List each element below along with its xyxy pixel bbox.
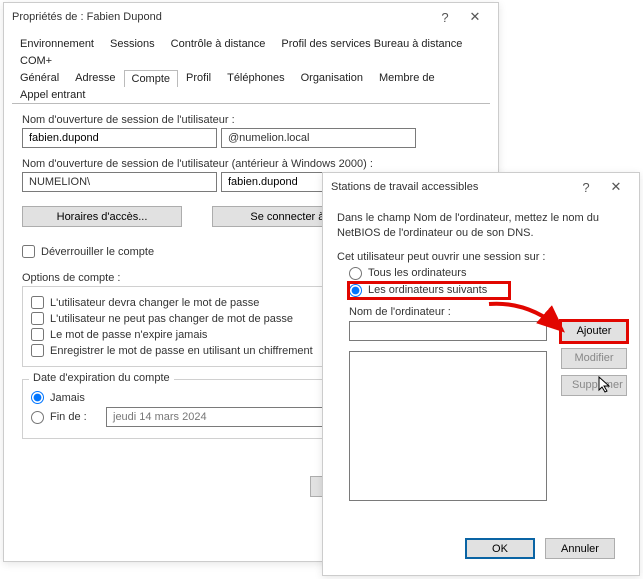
dialog-ok-button[interactable]: OK [465,538,535,559]
tab-general[interactable]: Général [12,69,67,86]
expiry-never-radio[interactable] [31,391,44,404]
opt-store-pwd-encrypted[interactable] [31,344,44,357]
logon-pre2000-label: Nom d'ouverture de session de l'utilisat… [22,158,480,170]
tab-sessions[interactable]: Sessions [102,35,163,52]
tab-remote-control[interactable]: Contrôle à distance [163,35,274,52]
tab-telephones[interactable]: Téléphones [219,69,293,86]
logon-hours-button[interactable]: Horaires d'accès... [22,206,182,227]
domain-suffix-select[interactable]: @numelion.local [221,128,416,148]
tab-member-of[interactable]: Membre de [371,69,443,86]
expiry-date-picker[interactable]: jeudi 14 mars 2024 [106,407,326,427]
add-button[interactable]: Ajouter [561,321,627,342]
workstations-dialog: Stations de travail accessibles ? ✕ Dans… [322,172,640,576]
tab-address[interactable]: Adresse [67,69,123,86]
dialog-close-icon[interactable]: ✕ [601,179,631,195]
dialog-help-icon[interactable]: ? [571,180,601,195]
tab-dial-in[interactable]: Appel entrant [12,86,93,103]
opt-cannot-change-pwd-label: L'utilisateur ne peut pas changer de mot… [50,313,293,325]
computer-name-input[interactable] [349,321,547,341]
unlock-account-checkbox[interactable] [22,245,35,258]
opt-pwd-never-expires[interactable] [31,328,44,341]
logon-name-label: Nom d'ouverture de session de l'utilisat… [22,114,480,126]
radio-following-computers-label: Les ordinateurs suivants [368,284,487,296]
tab-rds-profile[interactable]: Profil des services Bureau à distance [273,35,470,52]
help-icon[interactable]: ? [430,10,460,25]
properties-title: Propriétés de : Fabien Dupond [12,11,430,23]
expiry-group-title: Date d'expiration du compte [29,372,174,384]
opt-store-pwd-encrypted-label: Enregistrer le mot de passe en utilisant… [50,345,313,357]
tab-row-2: Général Adresse Compte Profil Téléphones… [4,69,498,103]
tab-organization[interactable]: Organisation [293,69,371,86]
opt-pwd-never-expires-label: Le mot de passe n'expire jamais [50,329,207,341]
workstations-description: Dans le champ Nom de l'ordinateur, mette… [337,211,625,241]
dialog-cancel-button[interactable]: Annuler [545,538,615,559]
tab-account[interactable]: Compte [124,70,179,87]
unlock-account-label: Déverrouiller le compte [41,246,154,258]
opt-must-change-pwd[interactable] [31,296,44,309]
computer-name-label: Nom de l'ordinateur : [349,306,625,318]
logon-scope-label: Cet utilisateur peut ouvrir une session … [337,251,625,263]
tab-profile[interactable]: Profil [178,69,219,86]
expiry-end-label: Fin de : [50,411,100,423]
tab-environment[interactable]: Environnement [12,35,102,52]
opt-must-change-pwd-label: L'utilisateur devra changer le mot de pa… [50,297,259,309]
domain-prefix-field: NUMELION\ [22,172,217,192]
close-icon[interactable]: ✕ [460,9,490,25]
tab-row-1: Environnement Sessions Contrôle à distan… [4,31,498,69]
delete-button[interactable]: Supprimer [561,375,627,396]
expiry-end-radio[interactable] [31,411,44,424]
domain-prefix-value: NUMELION\ [29,176,90,188]
workstations-title: Stations de travail accessibles [331,181,571,193]
radio-all-computers-label: Tous les ordinateurs [368,267,466,279]
logon-name-input[interactable] [22,128,217,148]
computer-list[interactable] [349,351,547,501]
radio-all-computers[interactable] [349,267,362,280]
properties-titlebar: Propriétés de : Fabien Dupond ? ✕ [4,3,498,31]
radio-following-computers[interactable] [349,284,362,297]
domain-suffix-value: @numelion.local [228,132,310,144]
workstations-titlebar: Stations de travail accessibles ? ✕ [323,173,639,201]
opt-cannot-change-pwd[interactable] [31,312,44,325]
tab-complus[interactable]: COM+ [12,52,60,69]
expiry-never-label: Jamais [50,392,85,404]
edit-button[interactable]: Modifier [561,348,627,369]
expiry-date-value: jeudi 14 mars 2024 [113,411,207,423]
